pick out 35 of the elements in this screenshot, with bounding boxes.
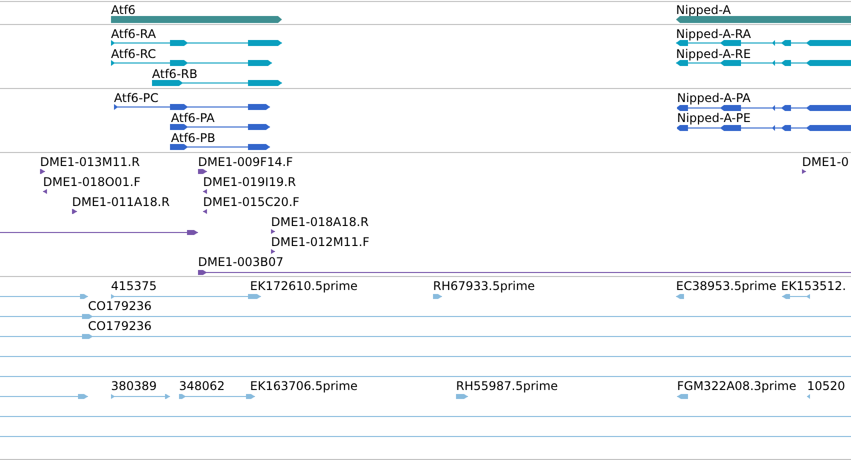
- feature-label: Atf6-RA: [111, 27, 156, 41]
- feature-label: CO179236: [88, 319, 152, 333]
- feature-label: EK153512.: [781, 279, 846, 293]
- feature-label: 10520: [807, 379, 846, 393]
- feature-label: Atf6: [111, 3, 136, 17]
- feature-label: Nipped-A-PA: [677, 91, 751, 105]
- feature-label: Atf6-PC: [114, 91, 159, 105]
- feature-label: DME1-009F14.F: [198, 155, 293, 169]
- feature-label: Nipped-A-RA: [676, 27, 751, 41]
- feature-label: FGM322A08.3prime: [677, 379, 796, 393]
- feature-label: Nipped-A-PE: [677, 111, 751, 125]
- feature-label: 380389: [111, 379, 157, 393]
- feature-label: DME1-019I19.R: [203, 175, 296, 189]
- feature-label: Nipped-A: [676, 3, 731, 17]
- feature-label: 348062: [179, 379, 225, 393]
- feature-label: EC38953.5prime: [676, 279, 777, 293]
- feature-label: Atf6-PA: [171, 111, 215, 125]
- feature-label: Atf6-RC: [111, 47, 156, 61]
- feature-label: 415375: [111, 279, 157, 293]
- feature-label: DME1-013M11.R: [40, 155, 140, 169]
- feature-label: CO179236: [88, 299, 152, 313]
- feature-label: DME1-018O01.F: [43, 175, 140, 189]
- feature-label: DME1-015C20.F: [203, 195, 300, 209]
- feature-label: Atf6-PB: [171, 131, 216, 145]
- feature-label: Nipped-A-RE: [676, 47, 751, 61]
- feature-label: Atf6-RB: [152, 67, 198, 81]
- feature-label: RH55987.5prime: [456, 379, 558, 393]
- feature-label: RH67933.5prime: [433, 279, 535, 293]
- feature-label: DME1-003B07: [198, 255, 284, 269]
- feature-label: DME1-011A18.R: [72, 195, 170, 209]
- feature-label: DME1-012M11.F: [271, 235, 370, 249]
- feature-label: DME1-018A18.R: [271, 215, 369, 229]
- feature-label: EK163706.5prime: [250, 379, 358, 393]
- feature-label: DME1-0: [802, 155, 849, 169]
- feature-label: EK172610.5prime: [250, 279, 358, 293]
